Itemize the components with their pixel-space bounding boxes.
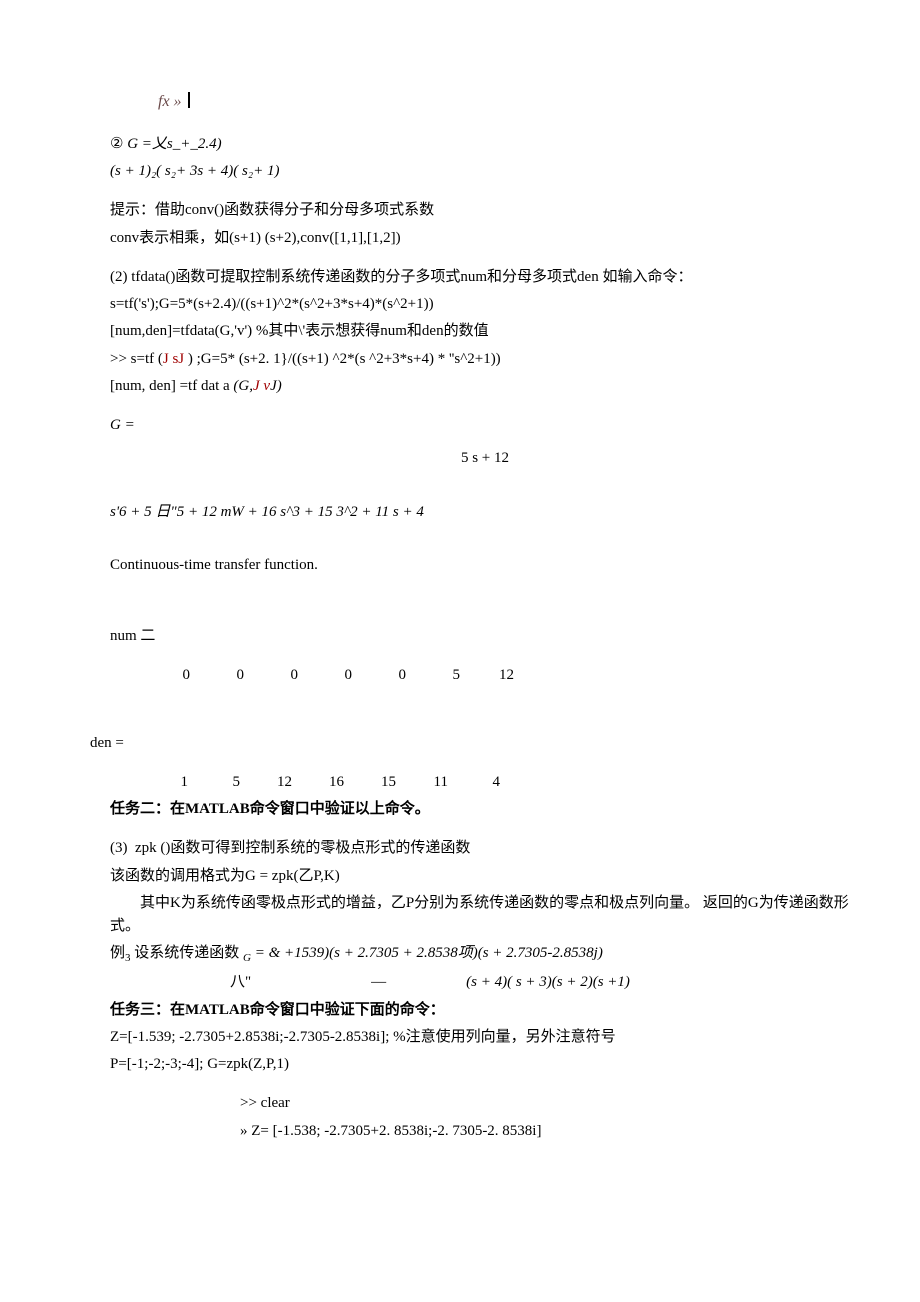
section-2-expr2: (s + 1)₂( s₂+ 3s + 4)( s₂+ 1) — [110, 160, 860, 183]
section-2-marker: ② — [110, 136, 123, 152]
den-v2: 12 — [268, 771, 292, 794]
section-3-code2: [num,den]=tfdata(G,'v') %其中\'表示想获得num和de… — [110, 320, 860, 343]
ex3-l2b: — — [371, 971, 386, 994]
num-row: 0 0 0 0 0 5 12 — [170, 664, 860, 687]
fx-text: fx » — [158, 93, 186, 110]
task-2: 任务二：在MATLAB命令窗口中验证以上命令。 — [110, 798, 860, 821]
hint-line1: 提示：借助conv()函数获得分子和分母多项式系数 — [110, 199, 860, 222]
task-3: 任务三：在MATLAB命令窗口中验证下面的命令： — [110, 999, 860, 1022]
tf-numerator: 5 s + 12 — [110, 447, 860, 470]
section-3-marker: (2) — [110, 269, 128, 285]
section-3: (2) tfdata()函数可提取控制系统传递函数的分子多项式num和分母多项式… — [110, 266, 860, 289]
section-3-line1: tfdata()函数可提取控制系统传递函数的分子多项式num和分母多项式den … — [131, 269, 692, 285]
num-v2: 0 — [278, 664, 298, 687]
ex3-eq: = & +1539)(s + 2.7305 + 2.8538项)(s + 2.7… — [251, 945, 603, 961]
ct-label: Continuous-time transfer function. — [110, 554, 860, 577]
num-v4: 0 — [386, 664, 406, 687]
ex3-l2c: (s + 4)( s + 3)(s + 2)(s +1) — [466, 971, 630, 994]
num-v5: 5 — [440, 664, 460, 687]
g-label: G = — [110, 414, 860, 437]
tf-den-text: s'6 + 5 日"5 + 12 mW + 16 s^3 + 15 3^2 + … — [110, 504, 424, 520]
den-v0: 1 — [164, 771, 188, 794]
section-2-expr1: G =乂s_+_2.4) — [127, 136, 221, 152]
den-row: 1 5 12 16 15 11 4 — [164, 771, 860, 794]
cursor-icon — [188, 92, 190, 108]
den-v1: 5 — [216, 771, 240, 794]
code4-in: (G,J vJ) — [233, 378, 281, 394]
section-3-code1: s=tf('s');G=5*(s+2.4)/((s+1)^2*(s^2+3*s+… — [110, 293, 860, 316]
den-label: den = — [90, 732, 860, 755]
num-v1: 0 — [224, 664, 244, 687]
example-3: 例3 设系统传递函数 G = & +1539)(s + 2.7305 + 2.8… — [110, 942, 860, 967]
z2-line: » Z= [-1.538; -2.7305+2. 8538i;-2. 7305-… — [240, 1120, 860, 1143]
ex3-pre: 例 — [110, 945, 125, 961]
den-v5: 11 — [424, 771, 448, 794]
section-3-code4: [num, den] =tf dat a (G,J vJ) — [110, 375, 860, 398]
fx-prompt: fx » — [158, 90, 860, 115]
section-4-marker: (3) — [110, 840, 128, 856]
code3-post: ) ;G=5* (s+2. 1}/((s+1) ^2*(s ^2+3*s+4) … — [184, 351, 501, 367]
den-v3: 16 — [320, 771, 344, 794]
tf-denominator: s'6 + 5 日"5 + 12 mW + 16 s^3 + 15 3^2 + … — [110, 501, 860, 524]
section-4-line1: zpk ()函数可得到控制系统的零极点形式的传递函数 — [135, 840, 470, 856]
section-4-para: 其中K为系统传函零极点形式的增益，乙P分别为系统传递函数的零点和极点列向量。 返… — [110, 892, 860, 939]
section-4-line2: 该函数的调用格式为G = zpk(乙P,K) — [110, 865, 860, 888]
num-v3: 0 — [332, 664, 352, 687]
section-4: (3) zpk ()函数可得到控制系统的零极点形式的传递函数 — [110, 837, 860, 860]
code4-pre: [num, den] =tf dat a — [110, 378, 233, 394]
num-v6: 12 — [494, 664, 514, 687]
hint-line2: conv表示相乘，如(s+1) (s+2),conv([1,1],[1,2]) — [110, 227, 860, 250]
den-v6: 4 — [476, 771, 500, 794]
den-v4: 15 — [372, 771, 396, 794]
section-3-code3: >> s=tf (J sJ ) ;G=5* (s+2. 1}/((s+1) ^2… — [110, 348, 860, 371]
example-3-line2: 八" — (s + 4)( s + 3)(s + 2)(s +1) — [110, 971, 860, 994]
num-v0: 0 — [170, 664, 190, 687]
ex3-g: G — [243, 952, 251, 964]
clear-line: >> clear — [240, 1092, 860, 1115]
ex3-text: 设系统传递函数 — [131, 945, 244, 961]
section-2-head: ② G =乂s_+_2.4) — [110, 133, 860, 156]
z-line: Z=[-1.539; -2.7305+2.8538i;-2.7305-2.853… — [110, 1026, 860, 1049]
ex3-l2a: 八" — [230, 971, 251, 994]
p-line: P=[-1;-2;-3;-4]; G=zpk(Z,P,1) — [110, 1053, 860, 1076]
code3-pre: >> s=tf ( — [110, 351, 163, 367]
num-label: num 二 — [110, 625, 860, 648]
code3-in: J sJ — [163, 351, 184, 367]
